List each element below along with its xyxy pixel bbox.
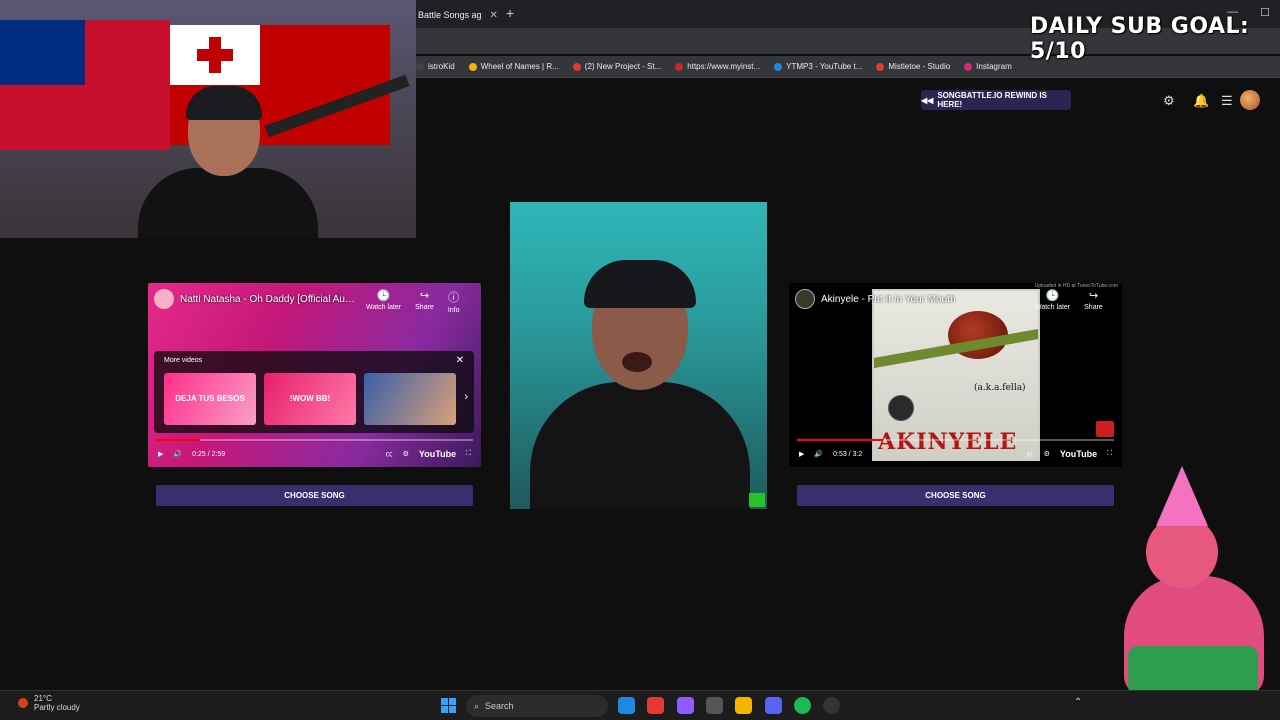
time-display: 0:25 / 2:59 (192, 450, 226, 458)
copilot-icon[interactable] (677, 697, 694, 714)
suggested-video-thumb[interactable] (364, 373, 456, 425)
spotify-icon[interactable] (794, 697, 811, 714)
new-tab-icon[interactable]: + (506, 5, 514, 21)
edge-icon[interactable] (618, 697, 635, 714)
player-controls: ▶ 🔊 0:53 / 3:2 ㏄ ⚙ YouTube ⛶ (789, 441, 1122, 467)
bookmark-icon (876, 62, 885, 71)
menu-icon[interactable]: ☰ (1221, 93, 1233, 109)
share-icon: ↪ (1088, 290, 1099, 302)
player-controls: ▶ 🔊 0:25 / 2:59 ㏄ ⚙ YouTube ⛶ (148, 441, 481, 467)
video-actions: 🕒 Watch later ↪ Share (1035, 289, 1103, 311)
search-icon: ⌕ (474, 700, 480, 711)
settings-app-icon[interactable] (706, 697, 723, 714)
subscribe-icon[interactable] (1096, 421, 1114, 437)
party-hat-character (1104, 466, 1280, 690)
volume-icon[interactable]: 🔊 (814, 450, 823, 458)
clock-icon: 🕒 (1045, 290, 1060, 302)
avatar[interactable] (1240, 90, 1260, 110)
bookmark-icon (416, 62, 424, 71)
close-icon[interactable]: ✕ (456, 355, 464, 366)
chrome-icon[interactable] (647, 697, 664, 714)
youtube-logo[interactable]: YouTube (1060, 449, 1097, 459)
search-input[interactable]: ⌕ Search (466, 695, 608, 717)
label-logo (888, 395, 914, 421)
share-button[interactable]: ↪ Share (415, 289, 434, 314)
settings-icon[interactable]: ⚙ (403, 450, 409, 458)
fullscreen-icon[interactable]: ⛶ (466, 450, 471, 458)
bookmark-item[interactable]: Mistletoe - Studio (876, 62, 950, 71)
left-video-player[interactable]: Natti Natasha - Oh Daddy [Official Audio… (148, 283, 481, 467)
more-videos-label: More videos (164, 357, 203, 364)
more-videos-panel: More videos ✕ DEJA TUS BESOS !WOW BB! › (154, 351, 474, 433)
suggested-video-thumb[interactable]: DEJA TUS BESOS (164, 373, 256, 425)
video-title[interactable]: Natti Natasha - Oh Daddy [Official Audio… (180, 294, 360, 305)
bookmark-item[interactable]: Instagram (964, 62, 1012, 71)
channel-avatar[interactable] (795, 289, 815, 309)
weather-icon (18, 698, 28, 708)
weather-condition: Partly cloudy (34, 703, 80, 712)
right-video-player[interactable]: (a.k.a.fella) AKINYELE Uploaded in HD at… (789, 283, 1122, 467)
weather-widget[interactable]: 21°C Partly cloudy (18, 694, 80, 712)
choose-song-right-button[interactable]: CHOOSE SONG (797, 485, 1114, 506)
bookmark-icon (572, 62, 581, 71)
chevron-right-icon[interactable]: › (464, 391, 468, 403)
obs-icon[interactable] (823, 697, 840, 714)
share-button[interactable]: ↪ Share (1084, 289, 1103, 311)
watch-later-button[interactable]: 🕒 Watch later (366, 289, 401, 314)
status-badge (749, 493, 765, 507)
tray-chevron-icon[interactable]: ⌃ (1074, 697, 1082, 708)
bookmark-item[interactable]: YTMP3 - YouTube t... (774, 62, 862, 71)
instagram-icon (964, 62, 973, 71)
settings-icon[interactable]: ⚙ (1044, 450, 1050, 458)
time-display: 0:53 / 3:2 (833, 450, 863, 458)
choose-song-left-button[interactable]: CHOOSE SONG (156, 485, 473, 506)
daily-sub-goal: DAILY SUB GOAL: 5/10 (1030, 14, 1250, 64)
bookmark-item[interactable]: Wheel of Names | R... (468, 62, 559, 71)
temperature: 21°C (34, 694, 52, 703)
discord-icon[interactable] (765, 697, 782, 714)
captions-icon[interactable]: ㏄ (1027, 449, 1034, 459)
opponent-webcam (510, 202, 767, 509)
bookmark-item[interactable]: istroKid (416, 62, 455, 71)
youtube-logo[interactable]: YouTube (419, 449, 456, 459)
video-title[interactable]: Akinyele - Put It In Your Mouth (821, 294, 956, 305)
bell-icon[interactable]: 🔔 (1193, 93, 1209, 109)
browser-tab-active[interactable]: Battle Songs ag ✕ (412, 4, 500, 26)
bookmark-icon (774, 62, 783, 71)
streamer (138, 86, 318, 238)
samoa-flag (0, 20, 170, 150)
bookmark-item[interactable]: https://www.myinst... (675, 62, 760, 71)
gear-icon[interactable]: ⚙ (1163, 93, 1175, 109)
rewind-button[interactable]: ◀◀ SONGBATTLE.IO REWIND IS HERE! (921, 90, 1071, 110)
watch-later-button[interactable]: 🕒 Watch later (1035, 289, 1070, 311)
channel-avatar[interactable] (154, 289, 174, 309)
close-tab-icon[interactable]: ✕ (490, 10, 498, 21)
bookmark-item[interactable]: (2) New Project - St... (572, 62, 661, 71)
album-art: (a.k.a.fella) AKINYELE (872, 289, 1040, 461)
windows-start-icon[interactable] (441, 698, 456, 713)
info-button[interactable]: ⓘ Info (448, 289, 460, 314)
fullscreen-icon[interactable]: ⛶ (1107, 450, 1112, 458)
tab-title: Battle Songs ag (418, 10, 482, 20)
video-actions: 🕒 Watch later ↪ Share ⓘ Info (366, 289, 460, 314)
file-explorer-icon[interactable] (735, 697, 752, 714)
captions-icon[interactable]: ㏄ (386, 449, 393, 459)
play-icon[interactable]: ▶ (158, 450, 163, 458)
play-icon[interactable]: ▶ (799, 450, 804, 458)
bookmark-icon (468, 62, 477, 71)
suggested-video-thumb[interactable]: !WOW BB! (264, 373, 356, 425)
bookmark-icon (675, 62, 684, 71)
share-icon: ↪ (419, 290, 430, 302)
volume-icon[interactable]: 🔊 (173, 450, 182, 458)
rewind-icon: ◀◀ (921, 95, 934, 105)
streamer-webcam (0, 0, 416, 238)
taskbar: 21°C Partly cloudy ⌕ Search ⌃ (0, 690, 1280, 720)
info-icon: ⓘ (448, 292, 460, 304)
screen: Battle Songs ag ✕ + — ☐ istroKid Wheel o… (0, 0, 1280, 720)
clock-icon: 🕒 (376, 290, 391, 302)
